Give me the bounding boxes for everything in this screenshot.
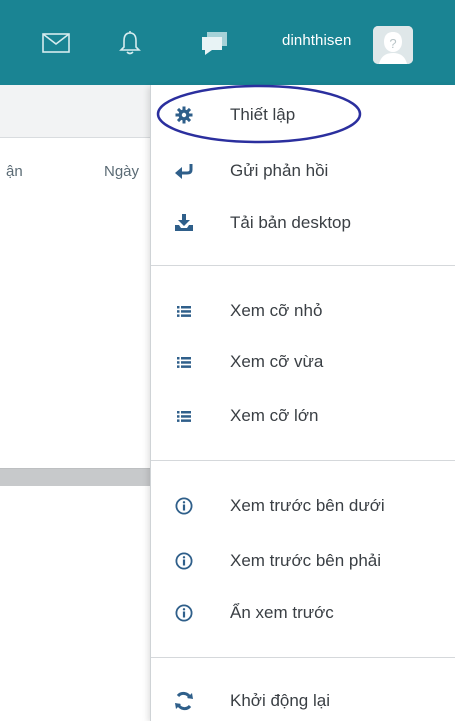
list-icon [171,298,197,324]
menu-item-label: Thiết lập [230,105,296,124]
menu-divider [151,460,455,461]
reply-arrow-icon [171,158,197,184]
menu-item-label: Khởi động lại [230,691,330,710]
top-bar: dinhthisen ? [0,0,455,85]
horizontal-scrollbar[interactable] [0,468,160,486]
menu-item-label: Xem cỡ nhỏ [230,301,323,320]
menu-item-label: Tải bản desktop [230,213,351,232]
menu-item-settings[interactable]: Thiết lập [151,95,455,135]
username[interactable]: dinhthisen [282,32,351,49]
menu-item-view-large[interactable]: Xem cỡ lớn [151,396,455,436]
refresh-icon [171,688,197,714]
menu-item-label: Gửi phản hồi [230,161,329,180]
column-header-date[interactable]: Ngày [104,163,139,180]
menu-divider [151,657,455,658]
menu-item-label: Xem cỡ lớn [230,406,319,425]
avatar[interactable]: ? [373,26,413,64]
menu-item-restart[interactable]: Khởi động lại [151,681,455,721]
menu-item-label: Xem trước bên phải [230,551,382,570]
menu-item-preview-below[interactable]: Xem trước bên dưới [151,486,455,526]
list-icon [171,349,197,375]
chat-icon[interactable] [195,25,235,61]
menu-item-send-feedback[interactable]: Gửi phản hồi [151,151,455,191]
menu-item-view-small[interactable]: Xem cỡ nhỏ [151,291,455,331]
menu-item-preview-right[interactable]: Xem trước bên phải [151,541,455,581]
menu-divider [151,265,455,266]
settings-dropdown-menu: Thiết lập Gửi phản hồi Tải bản desktop X… [150,85,455,721]
bell-icon[interactable] [112,25,148,61]
menu-item-hide-preview[interactable]: Ẩn xem trước [151,593,455,633]
info-icon [171,493,197,519]
menu-item-label: Ẩn xem trước [230,603,334,622]
list-icon [171,403,197,429]
info-icon [171,600,197,626]
column-header-partial[interactable]: ận [6,163,23,180]
menu-item-view-medium[interactable]: Xem cỡ vừa [151,342,455,382]
menu-item-download-desktop[interactable]: Tải bản desktop [151,203,455,243]
svg-text:?: ? [389,36,396,51]
menu-item-label: Xem cỡ vừa [230,352,324,371]
gear-icon [171,102,197,128]
info-icon [171,548,197,574]
download-tray-icon [171,210,197,236]
menu-item-label: Xem trước bên dưới [230,496,385,515]
mail-icon[interactable] [36,25,76,61]
